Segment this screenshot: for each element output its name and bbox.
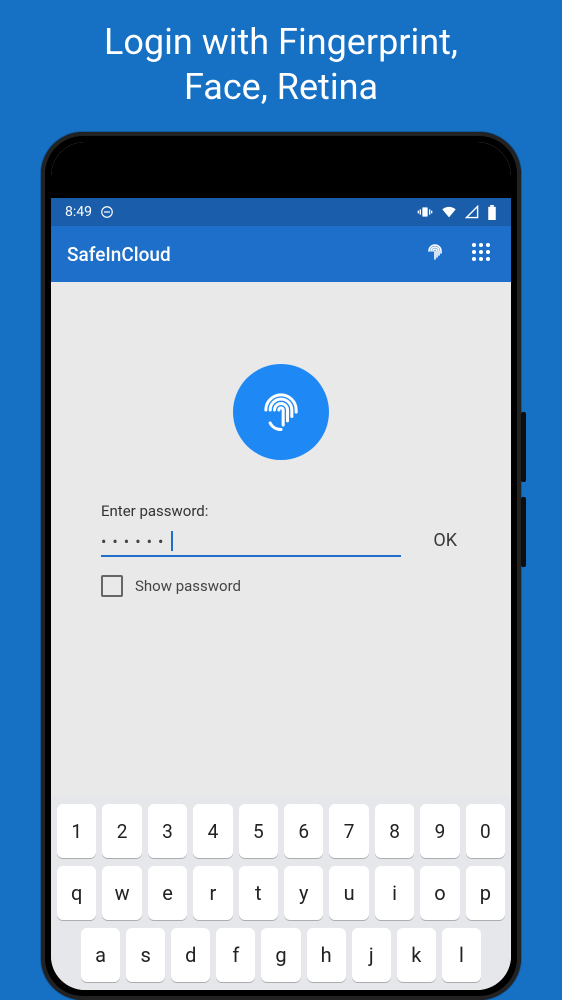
key-k[interactable]: k xyxy=(397,928,436,982)
key-r[interactable]: r xyxy=(193,866,232,920)
key-i[interactable]: i xyxy=(375,866,414,920)
status-time: 8:49 xyxy=(65,204,92,220)
text-caret xyxy=(171,531,173,551)
battery-icon xyxy=(487,205,497,220)
promo-line2: Face, Retina xyxy=(184,66,378,108)
key-p[interactable]: p xyxy=(466,866,505,920)
key-e[interactable]: e xyxy=(148,866,187,920)
password-label: Enter password: xyxy=(101,502,461,520)
key-o[interactable]: o xyxy=(420,866,459,920)
fingerprint-login-button[interactable] xyxy=(421,240,449,268)
key-9[interactable]: 9 xyxy=(420,804,459,858)
promo-line1: Login with Fingerprint, xyxy=(104,21,458,63)
phone-top-bezel xyxy=(51,142,511,198)
key-l[interactable]: l xyxy=(442,928,481,982)
key-a[interactable]: a xyxy=(81,928,120,982)
app-title: SafeInCloud xyxy=(67,243,403,266)
dialpad-icon xyxy=(469,240,493,268)
soft-keyboard: 1234567890 qwertyuiop asdfghjkl xyxy=(51,796,511,990)
key-j[interactable]: j xyxy=(352,928,391,982)
fingerprint-prompt-button[interactable] xyxy=(233,364,329,460)
keyboard-row-numbers: 1234567890 xyxy=(57,804,505,858)
phone-side-button xyxy=(521,497,526,567)
cell-signal-icon xyxy=(465,205,479,219)
fingerprint-icon xyxy=(255,384,307,440)
key-d[interactable]: d xyxy=(171,928,210,982)
ok-button[interactable]: OK xyxy=(429,530,461,557)
key-3[interactable]: 3 xyxy=(148,804,187,858)
phone-side-button xyxy=(521,412,526,482)
keyboard-row-qwerty: qwertyuiop xyxy=(57,866,505,920)
key-6[interactable]: 6 xyxy=(284,804,323,858)
app-bar: SafeInCloud xyxy=(51,226,511,282)
android-status-bar: 8:49 xyxy=(51,198,511,226)
promo-headline: Login with Fingerprint, Face, Retina xyxy=(104,20,458,110)
key-2[interactable]: 2 xyxy=(102,804,141,858)
password-masked-value: •••••• xyxy=(101,532,169,551)
password-form: Enter password: •••••• OK Show password xyxy=(79,502,483,597)
key-u[interactable]: u xyxy=(329,866,368,920)
key-1[interactable]: 1 xyxy=(57,804,96,858)
wifi-icon xyxy=(441,205,457,219)
key-y[interactable]: y xyxy=(284,866,323,920)
phone-frame: 8:49 SafeInC xyxy=(41,132,521,1000)
numpad-button[interactable] xyxy=(467,240,495,268)
vibrate-icon xyxy=(417,205,433,219)
key-f[interactable]: f xyxy=(216,928,255,982)
login-screen: Enter password: •••••• OK Show password xyxy=(51,282,511,796)
show-password-checkbox[interactable] xyxy=(101,575,123,597)
key-7[interactable]: 7 xyxy=(329,804,368,858)
key-s[interactable]: s xyxy=(126,928,165,982)
keyboard-row-asdf: asdfghjkl xyxy=(57,928,505,982)
key-8[interactable]: 8 xyxy=(375,804,414,858)
fingerprint-icon xyxy=(423,240,447,268)
key-h[interactable]: h xyxy=(307,928,346,982)
do-not-disturb-icon xyxy=(100,205,114,219)
key-w[interactable]: w xyxy=(102,866,141,920)
key-q[interactable]: q xyxy=(57,866,96,920)
key-g[interactable]: g xyxy=(261,928,300,982)
phone-screen: 8:49 SafeInC xyxy=(51,142,511,990)
password-input[interactable]: •••••• xyxy=(101,531,401,557)
key-4[interactable]: 4 xyxy=(193,804,232,858)
key-5[interactable]: 5 xyxy=(239,804,278,858)
key-0[interactable]: 0 xyxy=(466,804,505,858)
key-t[interactable]: t xyxy=(239,866,278,920)
show-password-label: Show password xyxy=(135,577,241,595)
